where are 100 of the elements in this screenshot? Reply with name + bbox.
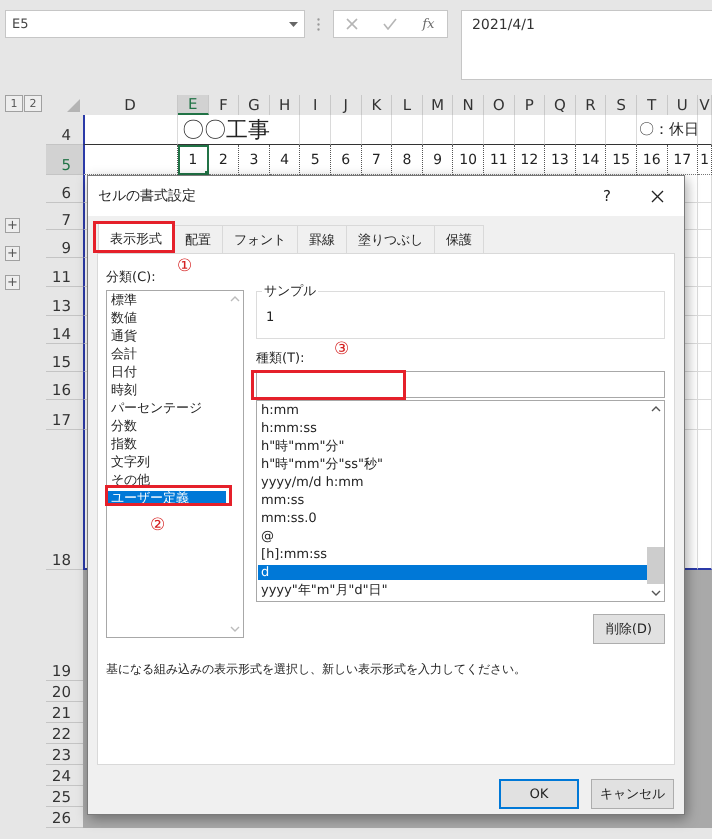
expand-group-button[interactable]: + [5,275,20,290]
grid-cell [606,115,637,145]
sample-value: 1 [266,310,274,325]
sheet-cell: 2 [208,145,240,175]
list-item[interactable]: 数値 [108,311,226,326]
row-header[interactable]: 5 [46,145,83,175]
sheet-cell: 8 [392,145,423,175]
type-field[interactable] [256,371,665,398]
dropdown-icon [289,22,298,26]
list-item[interactable]: 会計 [108,347,226,362]
list-item[interactable]: h:mm:ss [258,421,647,436]
row-header[interactable]: 20 [46,681,83,702]
grid-cell [698,372,712,400]
sheet-cell: 3 [239,145,270,175]
list-item[interactable]: mm:ss [258,493,647,508]
row-header[interactable]: 22 [46,723,83,744]
grid-cell [514,115,546,145]
expand-group-button[interactable]: + [5,218,20,233]
list-item[interactable]: @ [258,529,647,544]
help-button[interactable]: ? [603,187,611,205]
row-header[interactable]: 23 [46,744,83,765]
annotation-number: ① [177,258,192,275]
grid-cell [392,115,423,145]
row-header[interactable]: 24 [46,765,83,786]
grid-cell [576,115,606,145]
grid-cell [698,203,712,230]
grid-cell [422,115,454,145]
sheet-cell: 〇〇工事 [178,115,300,145]
sheet-cell: 10 [453,145,484,175]
row-header[interactable]: 21 [46,702,83,723]
ok-button[interactable]: OK [499,779,579,809]
list-item[interactable]: 日付 [108,365,226,380]
grid-cell [330,115,362,145]
cancel-button[interactable]: キャンセル [591,779,674,809]
list-item[interactable]: h"時"mm"分" [258,439,647,454]
scroll-down-icon[interactable] [650,590,660,596]
outline-level-button[interactable]: 1 [5,95,23,112]
category-label: 分類(C): [106,269,156,287]
cancel-icon[interactable] [346,18,358,30]
sheet-cell: 11 [484,145,515,175]
sheet-cell: 12 [514,145,546,175]
tab[interactable]: 保護 [434,225,484,253]
sheet-cell: 7 [362,145,392,175]
annotation-number: ③ [334,341,350,358]
formula-field[interactable]: 2021/4/1 [461,10,712,80]
sheet-cell: 15 [606,145,637,175]
list-item[interactable]: 時刻 [108,383,226,398]
sheet-cell: 13 [545,145,576,175]
list-item[interactable]: mm:ss.0 [258,511,647,526]
grid-cell [453,115,484,145]
sheet-cell: 16 [636,145,668,175]
outline-level-button[interactable]: 2 [24,95,42,112]
delete-button[interactable]: 削除(D) [592,614,665,644]
annotation-number: ② [150,517,166,534]
grid-cell [545,115,576,145]
description-text: 基になる組み込みの表示形式を選択し、新しい表示形式を入力してください。 [106,661,527,678]
list-item[interactable]: d [258,565,647,580]
list-item[interactable]: yyyy"年"m"月"d"日" [258,583,647,598]
list-item[interactable]: 分数 [108,419,226,434]
list-item[interactable]: 文字列 [108,455,226,470]
grid-cell [698,400,712,430]
list-item[interactable]: 標準 [108,293,226,308]
list-item[interactable]: [h]:mm:ss [258,547,647,562]
insert-function-button[interactable]: fx [422,16,434,32]
row-header[interactable]: 26 [46,807,83,828]
grid-cell [362,115,392,145]
sheet-cell: 1 [698,145,712,175]
grid-cell [698,175,712,203]
list-item[interactable]: h:mm [258,403,647,418]
select-all-icon[interactable] [67,99,80,112]
list-item[interactable]: yyyy/m/d h:mm [258,475,647,490]
row-header[interactable]: 25 [46,786,83,807]
sheet-cell: 〇：休日 [636,115,698,145]
sheet-cell: 17 [668,145,698,175]
grid-cell [484,115,515,145]
grip-icon [317,18,320,31]
type-label: 種類(T): [256,350,304,368]
grid-cell [698,258,712,287]
dialog-title: セルの書式設定 [98,187,197,205]
list-item[interactable]: 通貨 [108,329,226,344]
list-item[interactable]: h"時"mm"分"ss"秒" [258,457,647,472]
name-box[interactable]: E5 [5,10,305,38]
check-icon[interactable] [383,18,398,30]
expand-group-button[interactable]: + [5,246,20,261]
sheet-cell: 9 [422,145,454,175]
sheet-cell: 1 [178,145,209,175]
grid-cell [698,316,712,344]
sheet-cell: 6 [330,145,362,175]
close-icon[interactable] [651,190,664,202]
scroll-up-icon[interactable] [650,406,660,412]
scrollbar-thumb[interactable] [647,547,664,584]
sheet-cell: 5 [300,145,331,175]
sample-legend: サンプル [262,282,318,300]
list-item[interactable]: パーセンテージ [108,401,226,416]
grid-cell [698,230,712,258]
column-header[interactable]: E [178,95,209,115]
grid-cell [300,115,331,145]
sheet-cell: 4 [270,145,300,175]
grid-cell [698,344,712,372]
list-item[interactable]: 指数 [108,437,226,452]
